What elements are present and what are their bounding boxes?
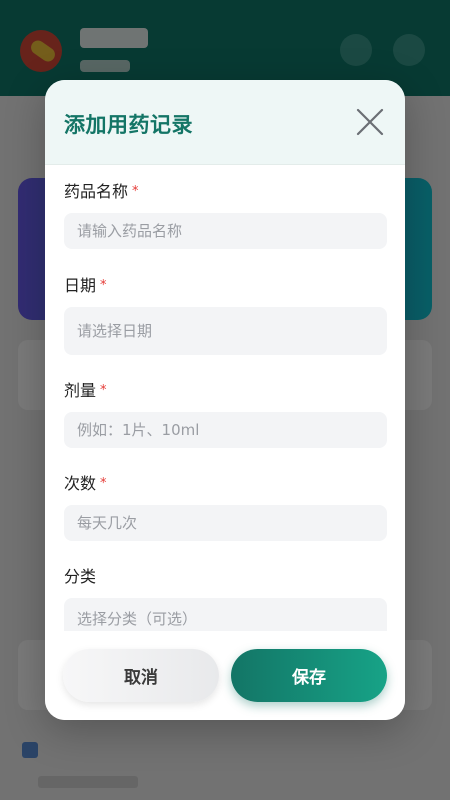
field-category: 分类 选择分类（可选）	[64, 566, 387, 631]
required-marker: *	[100, 383, 107, 398]
close-button[interactable]	[350, 102, 390, 142]
required-marker: *	[100, 476, 107, 491]
dialog-footer: 取消 保存	[45, 631, 405, 720]
required-marker: *	[100, 278, 107, 293]
cancel-button[interactable]: 取消	[63, 649, 219, 702]
label-text: 次数	[64, 474, 97, 493]
field-medicine-name: 药品名称 *	[64, 181, 387, 249]
label-text: 药品名称	[64, 182, 129, 201]
label-text: 剂量	[64, 381, 97, 400]
save-button[interactable]: 保存	[231, 649, 387, 702]
field-label: 药品名称 *	[64, 181, 387, 203]
date-picker-input[interactable]	[64, 307, 387, 355]
required-marker: *	[132, 184, 139, 199]
dialog-header: 添加用药记录	[45, 80, 405, 165]
field-label: 次数 *	[64, 473, 387, 495]
dosage-input[interactable]	[64, 412, 387, 448]
dialog-form: 药品名称* 日期* 剂量* 次数* 分类	[45, 165, 405, 631]
category-select[interactable]: 选择分类（可选）	[64, 598, 387, 631]
medicine-name-input[interactable]	[64, 213, 387, 249]
field-date: 日期 *	[64, 275, 387, 355]
add-medication-dialog: 添加用药记录 药品名称* 日期* 剂量*	[45, 80, 405, 720]
dialog-title: 添加用药记录	[64, 113, 193, 137]
label-text: 分类	[64, 567, 97, 586]
field-frequency: 次数 *	[64, 473, 387, 541]
label-text: 日期	[64, 276, 97, 295]
close-icon	[356, 108, 384, 136]
frequency-input[interactable]	[64, 505, 387, 541]
field-label: 剂量 *	[64, 380, 387, 402]
field-dosage: 剂量 *	[64, 380, 387, 448]
field-label: 日期 *	[64, 275, 387, 297]
field-label: 分类	[64, 566, 387, 588]
